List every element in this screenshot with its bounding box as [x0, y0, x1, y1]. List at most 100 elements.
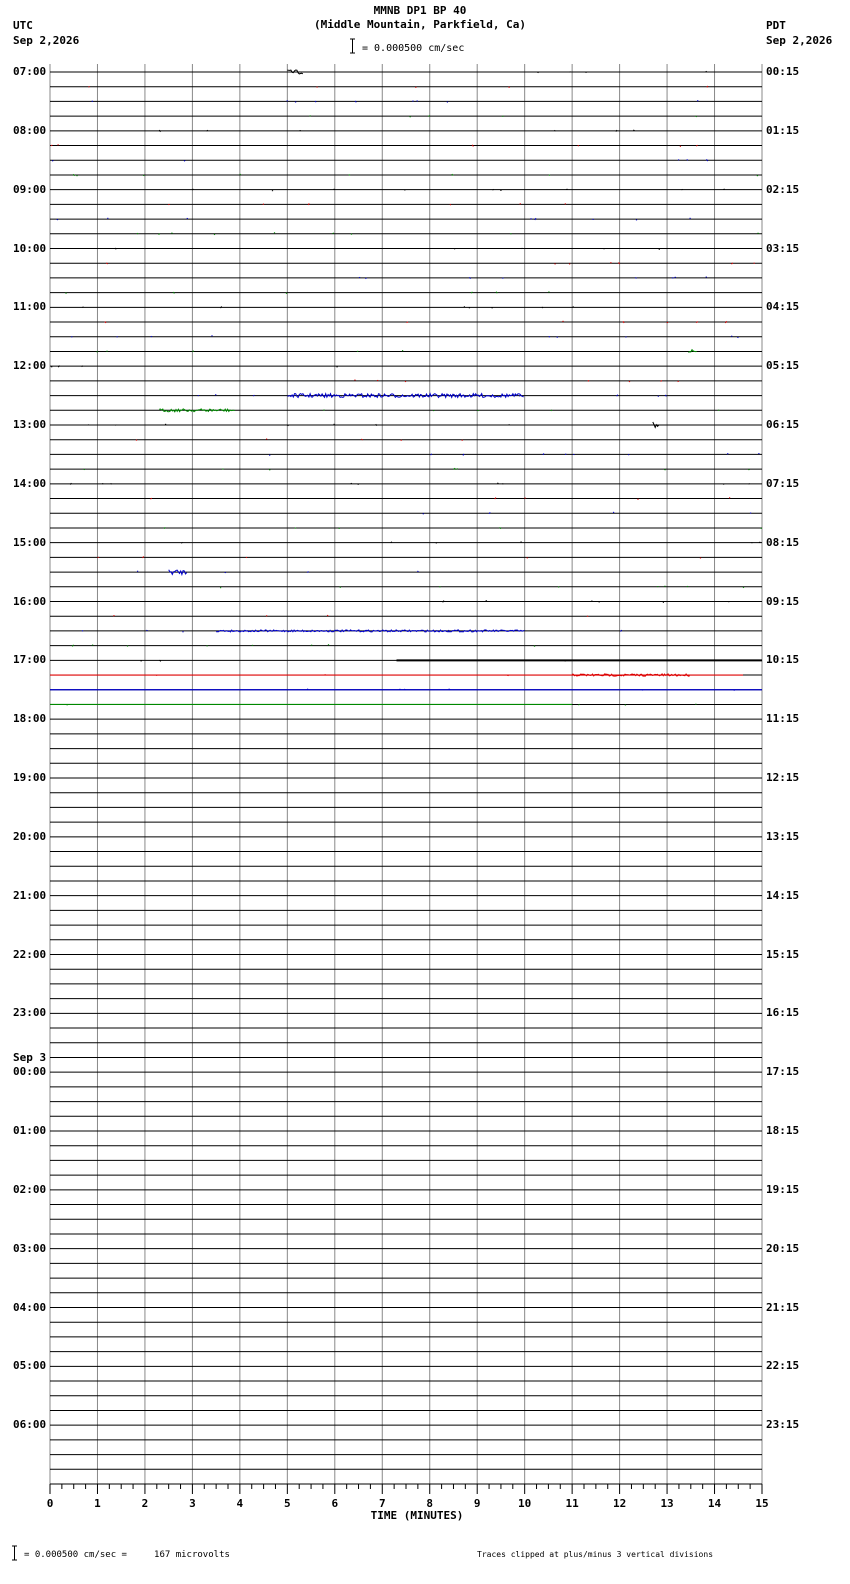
pdt-hour-label: 10:15 [766, 653, 800, 667]
utc-hour-label: 18:00 [13, 712, 47, 726]
pdt-hour-label: 21:15 [766, 1300, 800, 1314]
noise-speck [633, 129, 635, 132]
utc-hour-label: 12:00 [13, 359, 47, 373]
utc-hour-label: 06:00 [13, 1418, 47, 1432]
noise-speck [136, 232, 139, 235]
pdt-hour-label: 17:15 [766, 1065, 800, 1079]
pdt-hour-label: 13:15 [766, 829, 800, 843]
noise-speck [541, 306, 544, 309]
pdt-hour-label: 14:15 [766, 888, 800, 902]
noise-speck [748, 483, 750, 485]
noise-speck [635, 277, 637, 279]
utc-hour-label: 14:00 [13, 476, 47, 490]
noise-speck [323, 409, 325, 411]
noise-speck [758, 541, 761, 544]
x-tick-label: 11 [565, 1497, 579, 1510]
noise-speck [409, 116, 411, 118]
utc-hour-label: 04:00 [13, 1300, 47, 1314]
noise-speck [548, 336, 551, 338]
x-axis-label: TIME (MINUTES) [370, 1509, 464, 1522]
noise-speck [706, 159, 709, 162]
noise-speck [686, 159, 689, 161]
pdt-hour-label: 09:15 [766, 594, 800, 608]
utc-hour-label: 20:00 [13, 829, 47, 843]
pdt-hour-label: 20:15 [766, 1241, 800, 1255]
noise-speck [339, 586, 342, 588]
footer-clip-note: Traces clipped at plus/minus 3 vertical … [477, 1550, 714, 1559]
noise-speck [332, 232, 335, 235]
noise-speck [508, 86, 510, 88]
footer-scale-note: = 0.000500 cm/sec = 167 microvolts [24, 1550, 230, 1560]
pdt-hour-label: 05:15 [766, 359, 800, 373]
utc-hour-label: 02:00 [13, 1182, 47, 1196]
utc-hour-label: 13:00 [13, 418, 47, 431]
noise-speck [416, 100, 418, 102]
pdt-hour-label: 22:15 [766, 1359, 800, 1373]
noise-speck [158, 129, 161, 133]
utc-hour-label: 11:00 [13, 300, 47, 314]
utc-hour-label: 07:00 [13, 65, 47, 78]
utc-hour-label: 19:00 [13, 771, 47, 784]
noise-speck [554, 129, 556, 132]
noise-speck [603, 247, 606, 250]
x-tick-label: 10 [518, 1497, 532, 1510]
noise-speck [615, 129, 618, 132]
pdt-hour-label: 12:15 [766, 771, 800, 784]
noise-speck [534, 217, 537, 221]
noise-speck [671, 277, 674, 279]
noise-speck [492, 188, 494, 191]
noise-speck [415, 86, 417, 89]
pdt-hour-label: 11:15 [766, 712, 800, 726]
utc-hour-label: 05:00 [13, 1359, 47, 1373]
noise-speck [140, 660, 142, 662]
x-tick-label: 6 [331, 1497, 339, 1510]
noise-speck [447, 629, 450, 632]
x-tick-label: 1 [94, 1497, 101, 1510]
x-tick-label: 2 [141, 1497, 149, 1510]
pdt-hour-label: 03:15 [766, 241, 800, 255]
noise-speck [696, 100, 699, 102]
noise-speck [110, 482, 113, 485]
noise-speck [433, 409, 435, 412]
noise-speck [622, 321, 625, 324]
noise-speck [471, 144, 474, 147]
noise-speck [361, 438, 363, 441]
noise-speck [428, 115, 430, 117]
utc-hour-label: 10:00 [13, 241, 47, 255]
noise-speck [252, 394, 255, 397]
scale-bar-icon [350, 38, 355, 54]
utc-hour-label: 15:00 [13, 535, 47, 549]
utc-hour-label: 21:00 [13, 888, 47, 902]
noise-speck [91, 100, 94, 102]
pdt-hour-label: 04:15 [766, 300, 800, 314]
noise-speck [220, 306, 223, 309]
x-tick-label: 9 [473, 1497, 481, 1510]
utc-hour-label: 09:00 [13, 182, 47, 196]
noise-speck [307, 571, 309, 573]
noise-speck [586, 615, 589, 618]
noise-speck [294, 101, 297, 103]
noise-speck [357, 483, 359, 486]
x-tick-label: 4 [236, 1497, 244, 1510]
pdt-hour-label: 08:15 [766, 535, 800, 549]
noise-speck [183, 159, 186, 162]
noise-speck [88, 86, 90, 88]
pdt-hour-label: 01:15 [766, 123, 800, 137]
utc-hour-label: 23:00 [13, 1006, 47, 1020]
noise-speck [533, 645, 536, 647]
x-tick-label: 13 [660, 1497, 674, 1510]
noise-speck [72, 173, 75, 177]
x-tick-label: 3 [189, 1497, 196, 1510]
seismogram-plot [12, 38, 763, 1561]
noise-speck [113, 614, 115, 617]
seismic-event [159, 408, 235, 413]
noise-speck [412, 100, 414, 102]
pdt-hour-label: 00:15 [766, 65, 800, 78]
noise-speck [518, 395, 521, 397]
noise-speck [50, 144, 53, 147]
utc-hour-label: 22:00 [13, 947, 47, 961]
pdt-hour-label: 02:15 [766, 182, 800, 196]
noise-speck [114, 424, 117, 426]
noise-speck [71, 644, 74, 647]
footer-scale-bar-icon [12, 1545, 17, 1561]
